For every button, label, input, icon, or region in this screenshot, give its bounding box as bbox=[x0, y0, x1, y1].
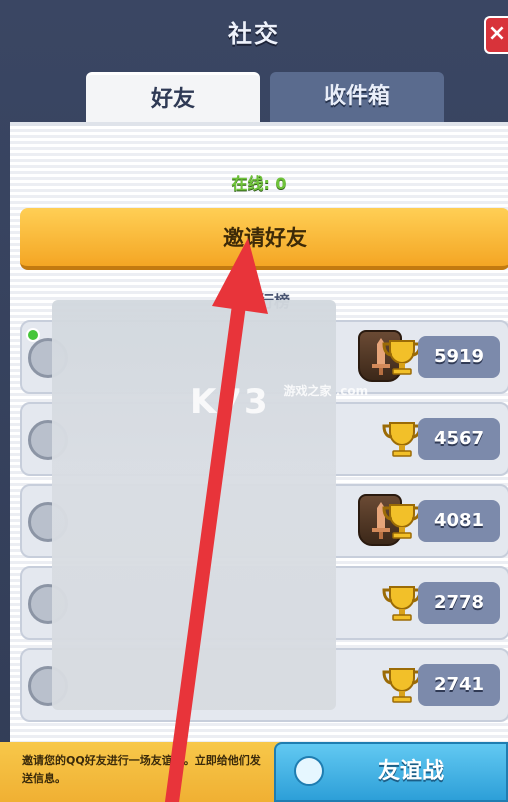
red-arrow-annotation bbox=[165, 238, 268, 802]
social-window: 社交 × 好友 收件箱 在线: 0 邀请好友 行榜 59194567408127… bbox=[0, 0, 508, 802]
